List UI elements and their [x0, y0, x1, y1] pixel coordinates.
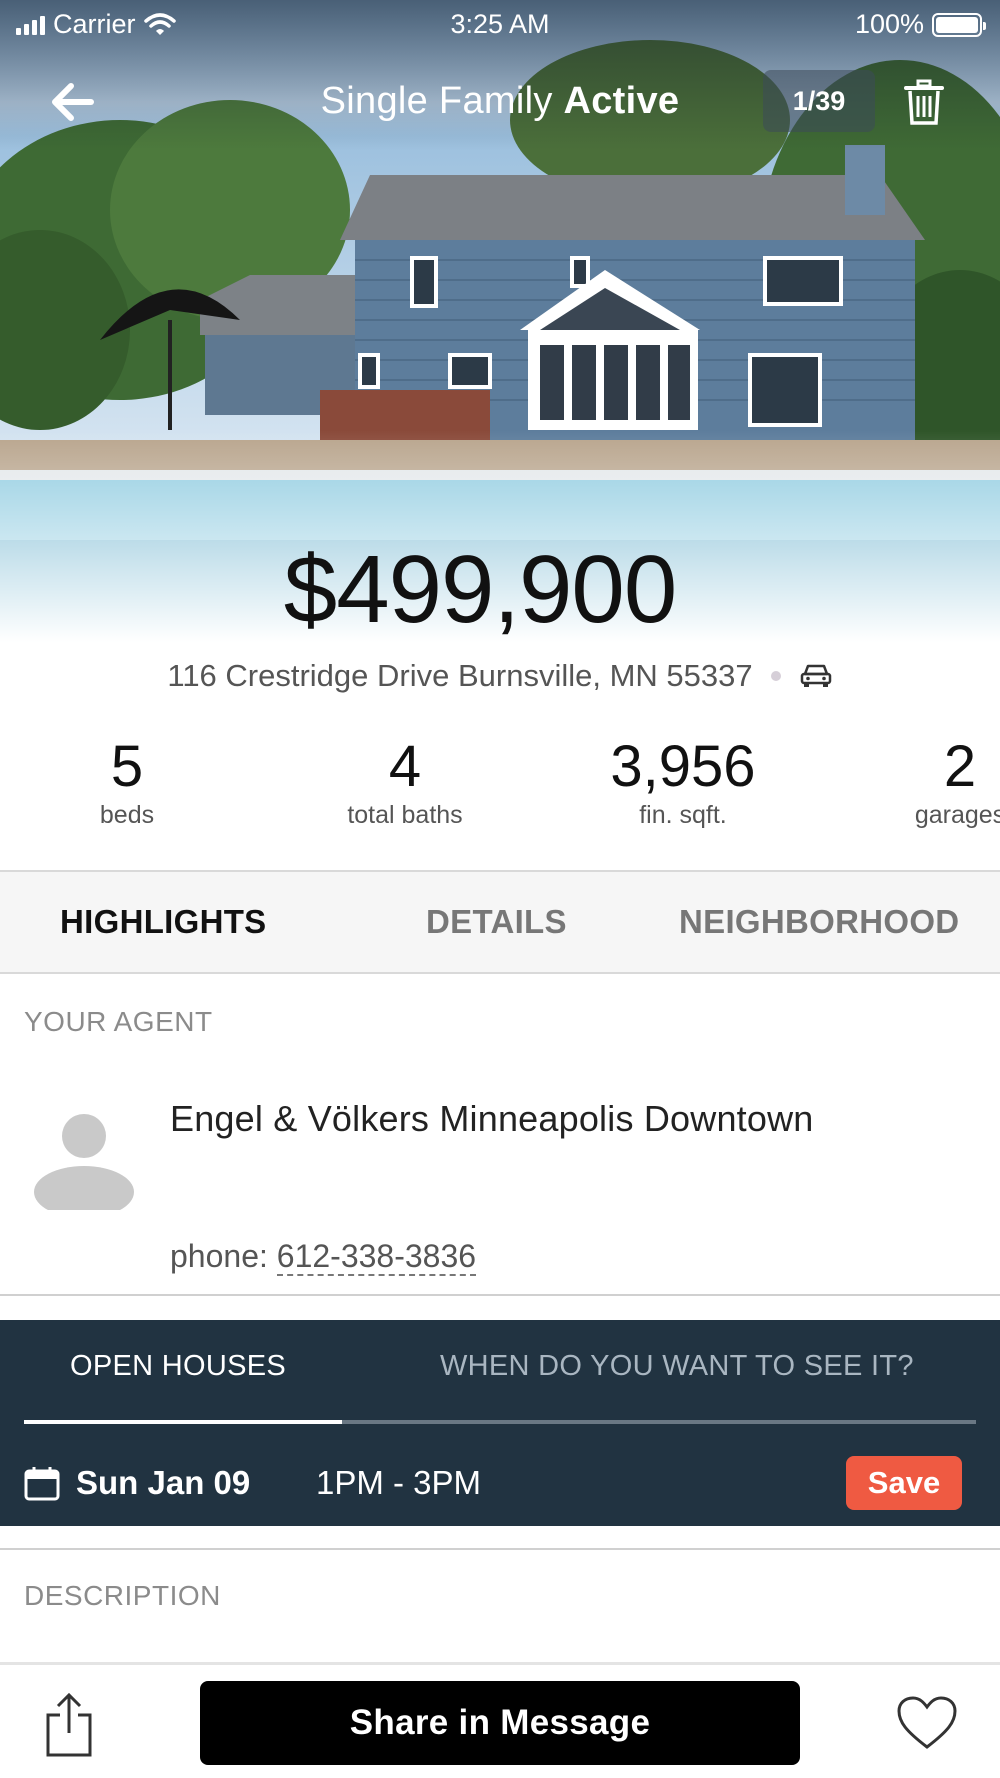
photo-counter: 1/39: [763, 70, 875, 132]
tab-indicator: [24, 1420, 976, 1424]
favorite-button[interactable]: [896, 1695, 958, 1756]
stat-value: 5: [110, 734, 144, 799]
save-open-house-button[interactable]: Save: [846, 1456, 962, 1510]
address-row: 116 Crestridge Drive Burnsville, MN 5533…: [0, 656, 1000, 696]
tab-highlights[interactable]: HIGHLIGHTS: [60, 872, 267, 972]
delete-button[interactable]: [896, 72, 952, 132]
stat-garages: 2 garages: [850, 735, 1000, 830]
stat-beds: 5 beds: [17, 735, 237, 830]
stat-value: 3,956: [610, 734, 756, 799]
stat-value: 4: [388, 734, 422, 799]
section-tabs: HIGHLIGHTS DETAILS NEIGHBORHOOD: [0, 870, 1000, 974]
stat-value: 2: [943, 734, 977, 799]
open-house-row: Sun Jan 09 1PM - 3PM Save: [24, 1452, 976, 1512]
stat-baths: 4 total baths: [295, 735, 515, 830]
property-stats: 5 beds 4 total baths 3,956 fin. sqft. 2 …: [0, 735, 1000, 835]
divider: [0, 1294, 1000, 1296]
phone-label: phone:: [170, 1238, 268, 1274]
back-button[interactable]: [42, 72, 102, 132]
share-icon: [46, 1692, 92, 1757]
agent-avatar: [34, 1114, 134, 1210]
battery-percent: 100%: [854, 9, 924, 39]
bottom-action-bar: Share in Message: [0, 1662, 1000, 1778]
divider: [0, 1548, 1000, 1550]
trash-icon: [904, 79, 944, 125]
tab-open-houses[interactable]: OPEN HOUSES: [70, 1350, 286, 1383]
listing-price: $499,900: [283, 536, 677, 643]
separator-dot: [770, 671, 781, 681]
arrow-left-icon: [52, 83, 94, 121]
your-agent-heading: YOUR AGENT: [24, 1006, 213, 1037]
agent-phone-link[interactable]: 612-338-3836: [276, 1238, 477, 1276]
nav-bar: Single Family Active 1/39: [0, 62, 1000, 142]
tab-details[interactable]: DETAILS: [426, 872, 567, 972]
tab-neighborhood[interactable]: NEIGHBORHOOD: [679, 872, 959, 972]
clock: 3:25 AM: [450, 9, 550, 39]
tab-schedule-showing[interactable]: WHEN DO YOU WANT TO SEE IT?: [440, 1350, 914, 1383]
open-houses-panel: OPEN HOUSES WHEN DO YOU WANT TO SEE IT? …: [0, 1320, 1000, 1526]
calendar-icon: [24, 1467, 60, 1501]
stat-sqft: 3,956 fin. sqft.: [573, 735, 793, 830]
listing-status: Active: [563, 80, 680, 122]
agent-name: Engel & Völkers Minneapolis Downtown: [170, 1098, 814, 1139]
stat-label: beds: [99, 801, 155, 829]
open-house-date: Sun Jan 09: [76, 1464, 251, 1501]
share-in-message-button[interactable]: Share in Message: [200, 1681, 800, 1765]
status-bar: Carrier 3:25 AM 100%: [0, 0, 1000, 50]
property-type: Single Family: [320, 80, 553, 122]
battery-icon: [932, 12, 986, 37]
page-title: Single Family Active: [250, 80, 750, 123]
listing-address: 116 Crestridge Drive Burnsville, MN 5533…: [167, 658, 753, 693]
share-button[interactable]: [44, 1692, 94, 1762]
heart-icon: [897, 1696, 957, 1749]
stat-label: fin. sqft.: [639, 801, 727, 829]
description-heading: DESCRIPTION: [24, 1580, 221, 1611]
agent-phone-row: phone: 612-338-3836: [170, 1238, 477, 1276]
stat-label: garages: [914, 801, 1000, 829]
car-icon[interactable]: [799, 662, 833, 690]
open-house-time: 1PM - 3PM: [316, 1464, 482, 1501]
stat-label: total baths: [347, 801, 463, 829]
